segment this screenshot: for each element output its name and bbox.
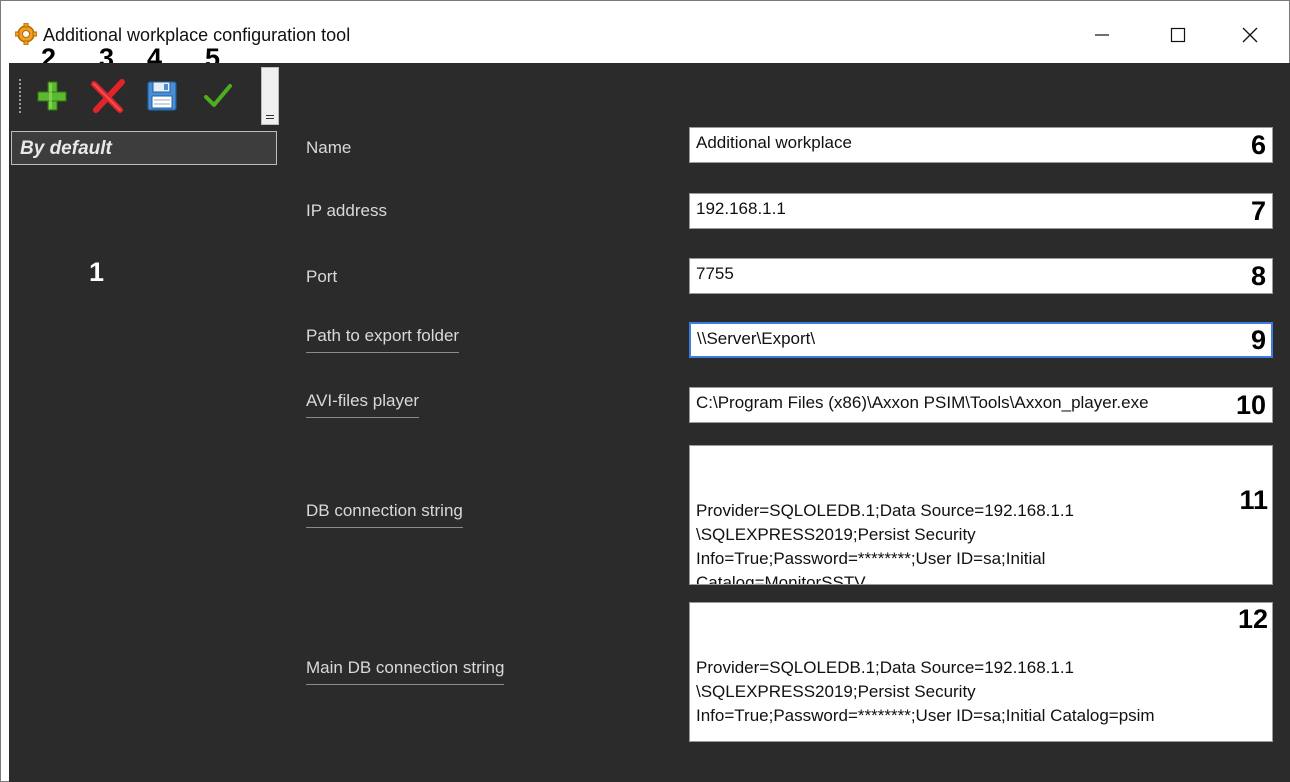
close-icon	[1242, 27, 1258, 43]
export-folder-field[interactable]: \\Server\Export\ 9	[689, 322, 1273, 358]
port-label: Port	[306, 267, 338, 286]
left-panel: By default 1	[9, 63, 281, 782]
name-value: Additional workplace	[696, 133, 852, 152]
apply-button[interactable]	[199, 77, 237, 115]
avi-player-link[interactable]: AVI-files player	[306, 391, 420, 418]
main-db-connection-link[interactable]: Main DB connection string	[306, 658, 505, 685]
callout-db: 11	[1239, 485, 1268, 515]
callout-list: 1	[89, 257, 105, 287]
ip-address-field[interactable]: 192.168.1.1 7	[689, 193, 1273, 229]
avi-player-value: C:\Program Files (x86)\Axxon PSIM\Tools\…	[696, 393, 1149, 412]
callout-main-db: 12	[1237, 604, 1268, 634]
delete-button[interactable]	[89, 77, 127, 115]
add-button[interactable]	[33, 77, 71, 115]
main-db-connection-value: Provider=SQLOLEDB.1;Data Source=192.168.…	[696, 658, 1155, 725]
callout-port: 8	[1250, 261, 1266, 291]
callout-export: 9	[1250, 325, 1266, 355]
name-field[interactable]: Additional workplace 6	[689, 127, 1273, 163]
port-field[interactable]: 7755 8	[689, 258, 1273, 294]
db-connection-field[interactable]: Provider=SQLOLEDB.1;Data Source=192.168.…	[689, 445, 1273, 585]
callout-avi: 10	[1235, 390, 1266, 420]
app-window: Additional workplace configuration tool …	[0, 0, 1290, 782]
minimize-icon	[1095, 34, 1109, 36]
close-button[interactable]	[1227, 17, 1273, 53]
minimize-button[interactable]	[1079, 17, 1125, 53]
toolbar	[9, 63, 281, 127]
window-title: Additional workplace configuration tool	[43, 25, 351, 45]
callout-ip: 7	[1250, 196, 1266, 226]
maximize-button[interactable]	[1155, 17, 1201, 53]
floppy-disk-icon	[147, 81, 177, 111]
callout-name: 6	[1250, 130, 1266, 160]
list-item-by-default[interactable]: By default	[11, 131, 277, 165]
db-connection-value: Provider=SQLOLEDB.1;Data Source=192.168.…	[696, 501, 1075, 585]
plus-icon	[37, 81, 67, 111]
export-folder-link[interactable]: Path to export folder	[306, 326, 460, 353]
cross-icon	[91, 79, 125, 113]
name-label: Name	[306, 138, 352, 157]
ip-address-value: 192.168.1.1	[696, 199, 786, 218]
avi-player-field[interactable]: C:\Program Files (x86)\Axxon PSIM\Tools\…	[689, 387, 1273, 423]
ip-address-label: IP address	[306, 201, 387, 220]
db-connection-link[interactable]: DB connection string	[306, 501, 463, 528]
toolbar-grip[interactable]	[19, 79, 22, 113]
port-value: 7755	[696, 264, 734, 283]
config-list: By default 1	[9, 127, 281, 782]
checkmark-icon	[204, 84, 232, 107]
title-bar: Additional workplace configuration tool	[1, 1, 1289, 63]
export-folder-value: \\Server\Export\	[697, 329, 816, 348]
gear-icon	[14, 22, 38, 46]
toolbar-overflow-button[interactable]	[261, 67, 279, 125]
save-button[interactable]	[143, 77, 181, 115]
maximize-icon	[1170, 27, 1186, 43]
main-db-connection-field[interactable]: Provider=SQLOLEDB.1;Data Source=192.168.…	[689, 602, 1273, 742]
